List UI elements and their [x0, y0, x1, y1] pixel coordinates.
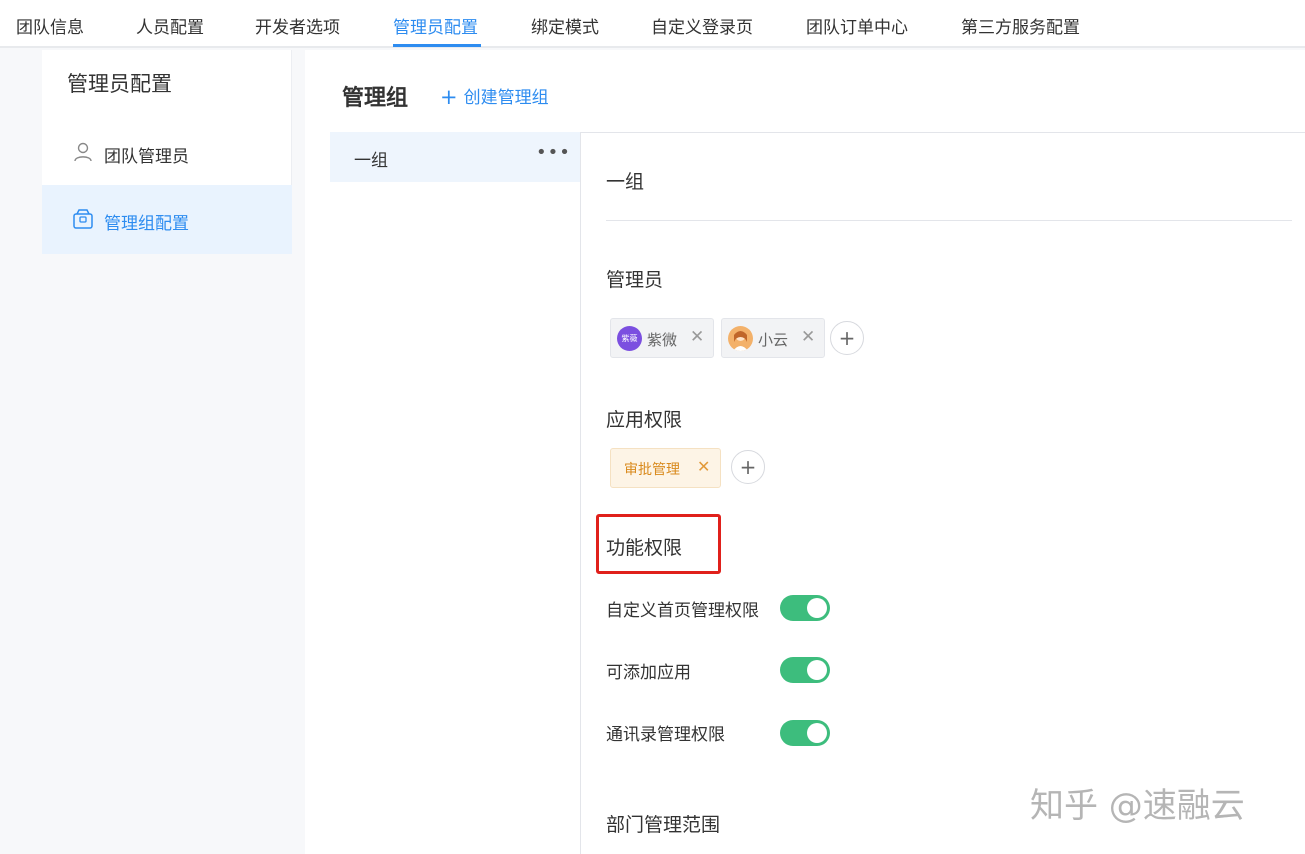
custom-home-permission-toggle[interactable]	[780, 595, 830, 621]
group-list-item[interactable]: 一组 •••	[330, 132, 580, 182]
tab-member-config[interactable]: 人员配置	[136, 13, 204, 38]
plus-icon: +	[440, 85, 458, 109]
sidebar-item-label: 管理组配置	[104, 214, 189, 234]
contacts-permission-toggle[interactable]	[780, 720, 830, 746]
toggle-knob	[807, 723, 827, 743]
group-detail-panel: 一组 管理员 紫薇 紫微 ✕ 小云 ✕ + 应用权限 审批管理 ✕ + 功能权限…	[580, 132, 1305, 854]
permission-label: 自定义首页管理权限	[606, 601, 759, 621]
avatar: 紫薇	[617, 326, 642, 351]
user-icon	[74, 142, 92, 162]
admins-section-label: 管理员	[606, 269, 664, 291]
settings-sidebar: 管理员配置 团队管理员 管理组配置	[42, 50, 292, 854]
admin-name: 紫微	[647, 331, 678, 349]
app-tag-label: 审批管理	[624, 462, 680, 478]
page-title: 管理组	[342, 86, 409, 111]
add-app-permission-toggle[interactable]	[780, 657, 830, 683]
department-scope-label: 部门管理范围	[606, 814, 721, 836]
active-tab-indicator	[393, 44, 481, 47]
tab-binding-mode[interactable]: 绑定模式	[531, 13, 599, 38]
app-tag: 审批管理 ✕	[610, 448, 721, 488]
watermark: 知乎 @速融云	[1030, 786, 1245, 826]
sidebar-item-label: 团队管理员	[104, 147, 189, 167]
tab-custom-login[interactable]: 自定义登录页	[651, 13, 753, 38]
sidebar-item-group-config[interactable]: 管理组配置	[42, 185, 292, 254]
remove-app-icon[interactable]: ✕	[697, 457, 710, 476]
tab-developer-options[interactable]: 开发者选项	[255, 13, 340, 38]
permission-label: 通讯录管理权限	[606, 725, 725, 745]
add-app-button[interactable]: +	[731, 450, 765, 484]
admin-name: 小云	[758, 331, 789, 349]
tab-third-party-services[interactable]: 第三方服务配置	[961, 13, 1080, 38]
permission-label: 可添加应用	[606, 663, 691, 683]
admin-chip: 小云 ✕	[721, 318, 825, 358]
tab-team-info[interactable]: 团队信息	[16, 13, 84, 38]
tab-team-orders[interactable]: 团队订单中心	[806, 13, 908, 38]
group-name: 一组	[354, 151, 388, 171]
toggle-knob	[807, 598, 827, 618]
add-admin-button[interactable]: +	[830, 321, 864, 355]
admin-chip: 紫薇 紫微 ✕	[610, 318, 714, 358]
box-icon	[73, 209, 93, 229]
create-group-button[interactable]: + 创建管理组	[440, 83, 549, 109]
function-permissions-label: 功能权限	[606, 537, 683, 559]
tab-admin-config[interactable]: 管理员配置	[393, 13, 478, 38]
sidebar-panel: 管理员配置 团队管理员 管理组配置	[42, 50, 292, 254]
divider	[606, 220, 1292, 221]
remove-admin-icon[interactable]: ✕	[801, 327, 815, 347]
group-list: 一组 •••	[330, 132, 580, 854]
avatar	[728, 326, 753, 351]
create-group-label: 创建管理组	[463, 88, 549, 108]
app-permissions-label: 应用权限	[606, 409, 683, 431]
sidebar-item-team-admins[interactable]: 团队管理员	[42, 118, 292, 187]
sidebar-title: 管理员配置	[67, 72, 172, 96]
group-detail-title: 一组	[606, 171, 645, 193]
top-nav: 团队信息 人员配置 开发者选项 管理员配置 绑定模式 自定义登录页 团队订单中心…	[0, 0, 1305, 48]
main-content: 管理组 + 创建管理组 一组 ••• 一组 管理员 紫薇 紫微 ✕ 小云 ✕ + …	[305, 50, 1305, 854]
remove-admin-icon[interactable]: ✕	[690, 327, 704, 347]
toggle-knob	[807, 660, 827, 680]
plus-icon: +	[739, 455, 757, 479]
more-options-icon[interactable]: •••	[536, 142, 571, 163]
plus-icon: +	[838, 326, 856, 350]
